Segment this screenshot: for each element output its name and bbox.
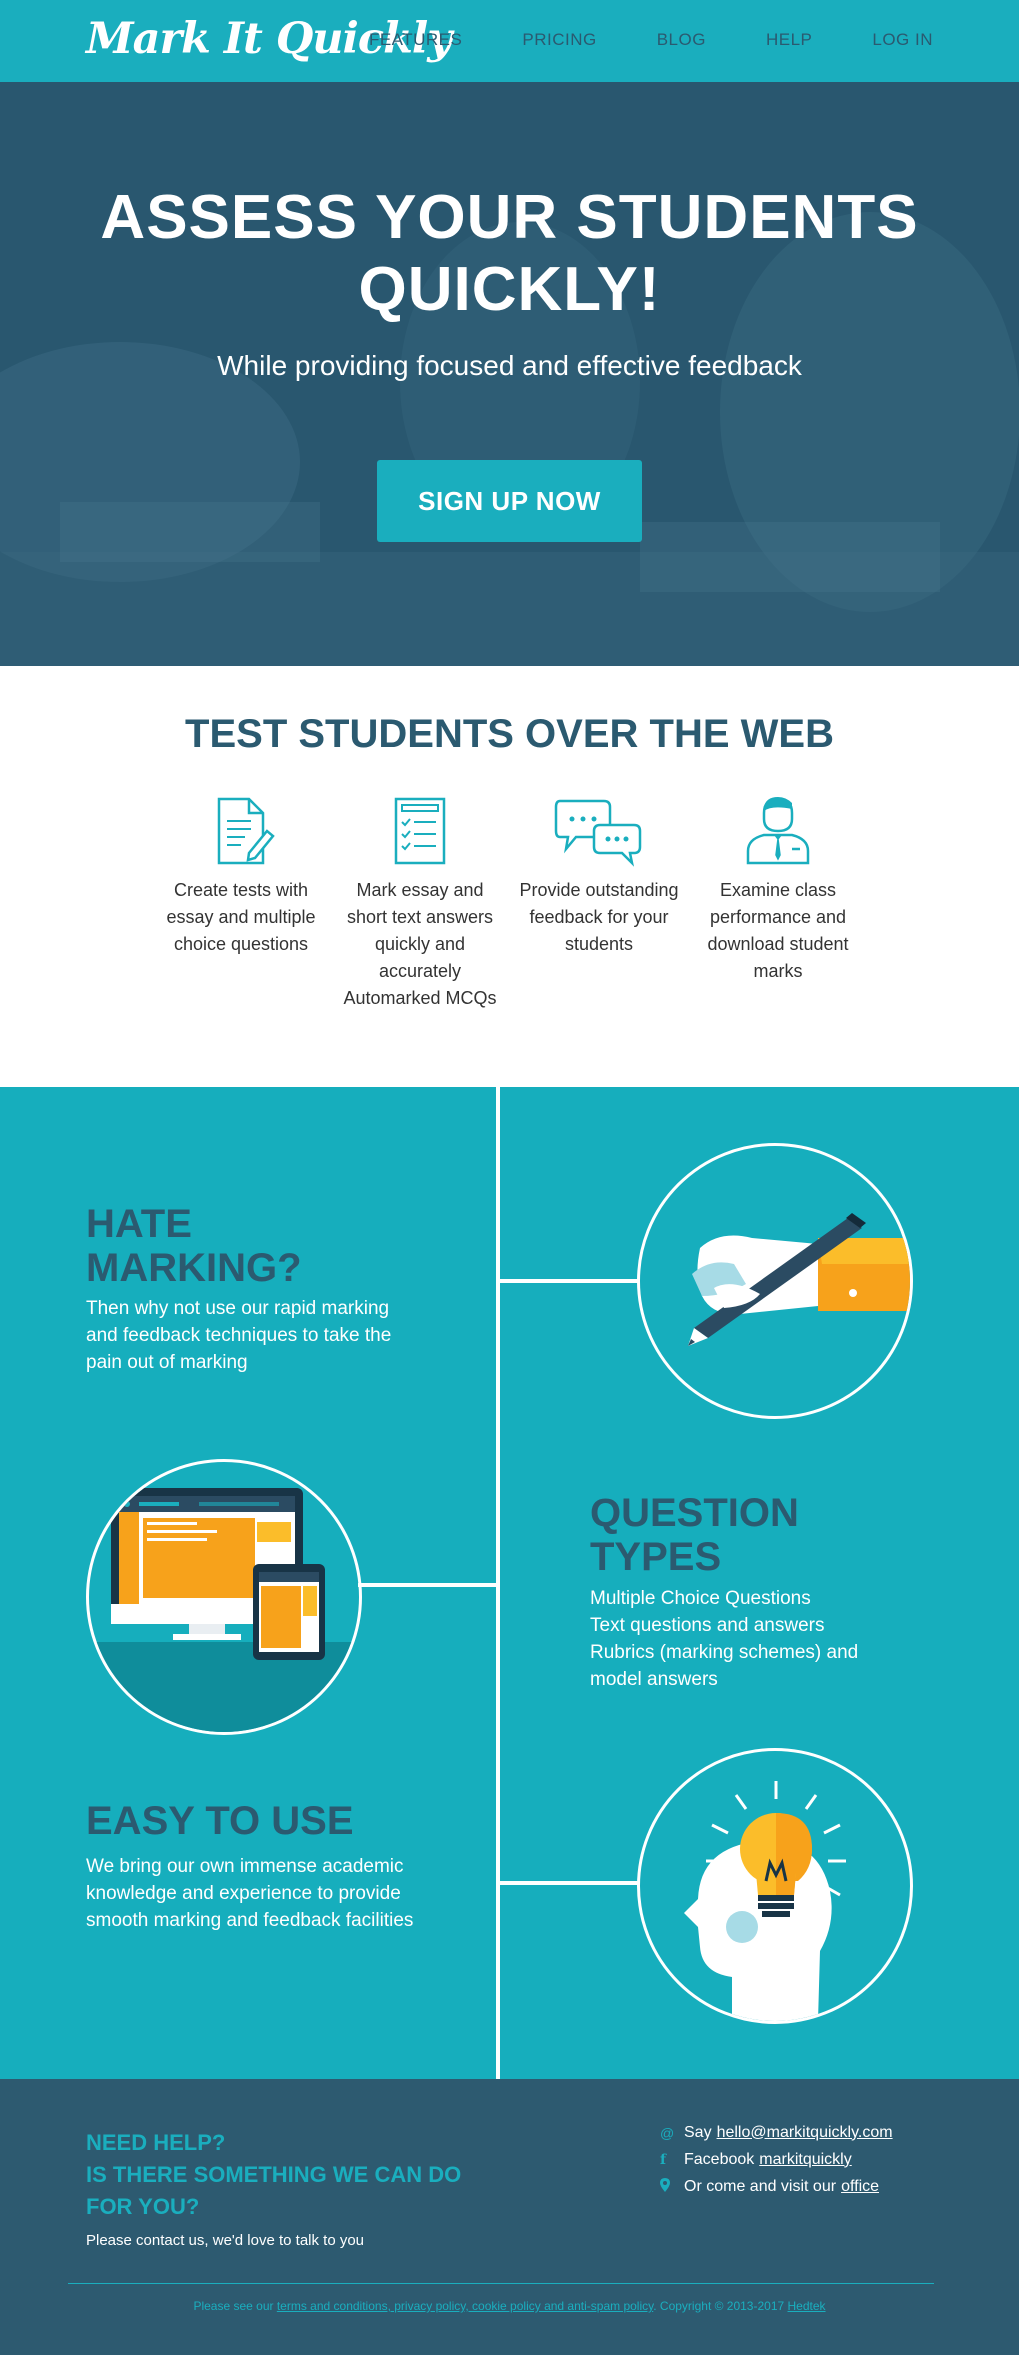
feature-feedback: Provide outstanding feedback for your st… [519,795,679,958]
nav-link-login[interactable]: LOG IN [872,30,933,50]
help-title-line-2: IS THERE SOMETHING WE CAN DO [86,2162,462,2187]
office-link[interactable]: office [841,2178,879,2196]
checklist-icon [394,797,446,865]
easy-line: smooth marking and feedback facilities [86,1910,414,1931]
info-section: HATE MARKING? Then why not use our rapid… [0,1087,1019,2079]
question-type-line: Text questions and answers [590,1615,825,1636]
footer: NEED HELP? IS THERE SOMETHING WE CAN DO … [0,2079,1019,2355]
map-pin-icon [660,2178,684,2195]
question-title-line-1: QUESTION [590,1491,799,1535]
need-help-title: NEED HELP? IS THERE SOMETHING WE CAN DO … [86,2127,461,2223]
hero-subtitle: While providing focused and effective fe… [217,350,802,381]
hero-title: ASSESS YOUR STUDENTS QUICKLY! [0,182,1019,326]
hero-title-line-1: ASSESS YOUR STUDENTS [100,183,919,252]
feature-text: Mark essay and short text answers quickl… [343,880,497,1008]
features-title: TEST STUDENTS OVER THE WEB [185,712,834,756]
hero-section: ASSESS YOUR STUDENTS QUICKLY! While prov… [0,82,1019,666]
feature-text: Create tests with essay and multiple cho… [166,880,316,954]
feature-examine: Examine class performance and download s… [698,795,858,985]
question-types-text: Multiple Choice Questions Text questions… [590,1585,900,1693]
policies-link[interactable]: terms and conditions, privacy policy, co… [277,2299,653,2313]
at-sign-icon: @ [660,2124,675,2141]
nav-link-help[interactable]: HELP [766,30,812,50]
connector-line [358,1583,496,1587]
nav-link-features[interactable]: FEATURES [369,30,462,50]
hate-marking-text: Then why not use our rapid marking and f… [86,1298,392,1373]
connector-line [500,1881,638,1885]
footer-divider [68,2283,934,2284]
feature-create-tests: Create tests with essay and multiple cho… [161,795,321,958]
nav-link-blog[interactable]: BLOG [657,30,706,50]
teacher-icon [746,797,810,865]
chat-bubbles-icon [554,799,642,867]
lightbulb-idea-illustration [637,1748,913,2024]
question-title-line-2: TYPES [590,1535,722,1579]
hedtek-link[interactable]: Hedtek [788,2299,826,2313]
hero-title-line-2: QUICKLY! [358,255,661,324]
help-title-line-3: FOR YOU? [86,2194,200,2219]
contact-office-row: Or come and visit our office [660,2173,893,2200]
visit-label: Or come and visit our [684,2177,837,2195]
timeline-divider [496,1087,500,2079]
monitor-tablet-icon [89,1488,359,1732]
lightbulb-head-icon [684,1781,846,2021]
say-label: Say [684,2123,712,2141]
help-title-line-1: NEED HELP? [86,2130,226,2155]
copyright-text: . Copyright © 2013-2017 [653,2299,785,2313]
easy-to-use-text: We bring our own immense academic knowle… [86,1853,426,1934]
feature-text: Provide outstanding feedback for your st… [519,880,679,954]
question-type-line: Rubrics (marking schemes) and model answ… [590,1642,859,1690]
computer-illustration [86,1459,362,1735]
contact-facebook-row: f Facebook markitquickly [660,2146,893,2173]
facebook-label: Facebook [684,2150,755,2168]
pen-hand-icon [688,1213,910,1346]
top-nav: Mark It Quickly FEATURES PRICING BLOG HE… [0,0,1019,82]
feature-text: Examine class performance and download s… [707,880,849,981]
contact-email-row: @ Say hello@markitquickly.com [660,2119,893,2146]
document-pencil-icon [217,797,275,865]
question-types-title: QUESTION TYPES [590,1491,799,1579]
facebook-link[interactable]: markitquickly [759,2151,851,2169]
easy-line: We bring our own immense academic knowle… [86,1856,404,1904]
facebook-icon: f [660,2151,667,2168]
hate-marking-title: HATE MARKING? [86,1202,302,1290]
hate-title-line-1: HATE [86,1202,192,1246]
sign-up-button[interactable]: SIGN UP NOW [377,460,642,542]
nav-link-pricing[interactable]: PRICING [522,30,596,50]
easy-to-use-title: EASY TO USE [86,1799,354,1843]
contact-info: @ Say hello@markitquickly.com f Facebook… [660,2119,893,2200]
feature-mark-essays: Mark essay and short text answers quickl… [340,795,500,1012]
nav-links: FEATURES PRICING BLOG HELP LOG IN [309,30,933,50]
question-type-line: Multiple Choice Questions [590,1588,811,1609]
copyright-line: Please see our terms and conditions, pri… [0,2299,1019,2313]
help-text: Please contact us, we'd love to talk to … [86,2232,365,2249]
hate-title-line-2: MARKING? [86,1246,302,1290]
copyright-prefix: Please see our [193,2299,274,2313]
pen-hand-illustration [637,1143,913,1419]
connector-line [500,1279,638,1283]
email-link[interactable]: hello@markitquickly.com [717,2124,893,2142]
